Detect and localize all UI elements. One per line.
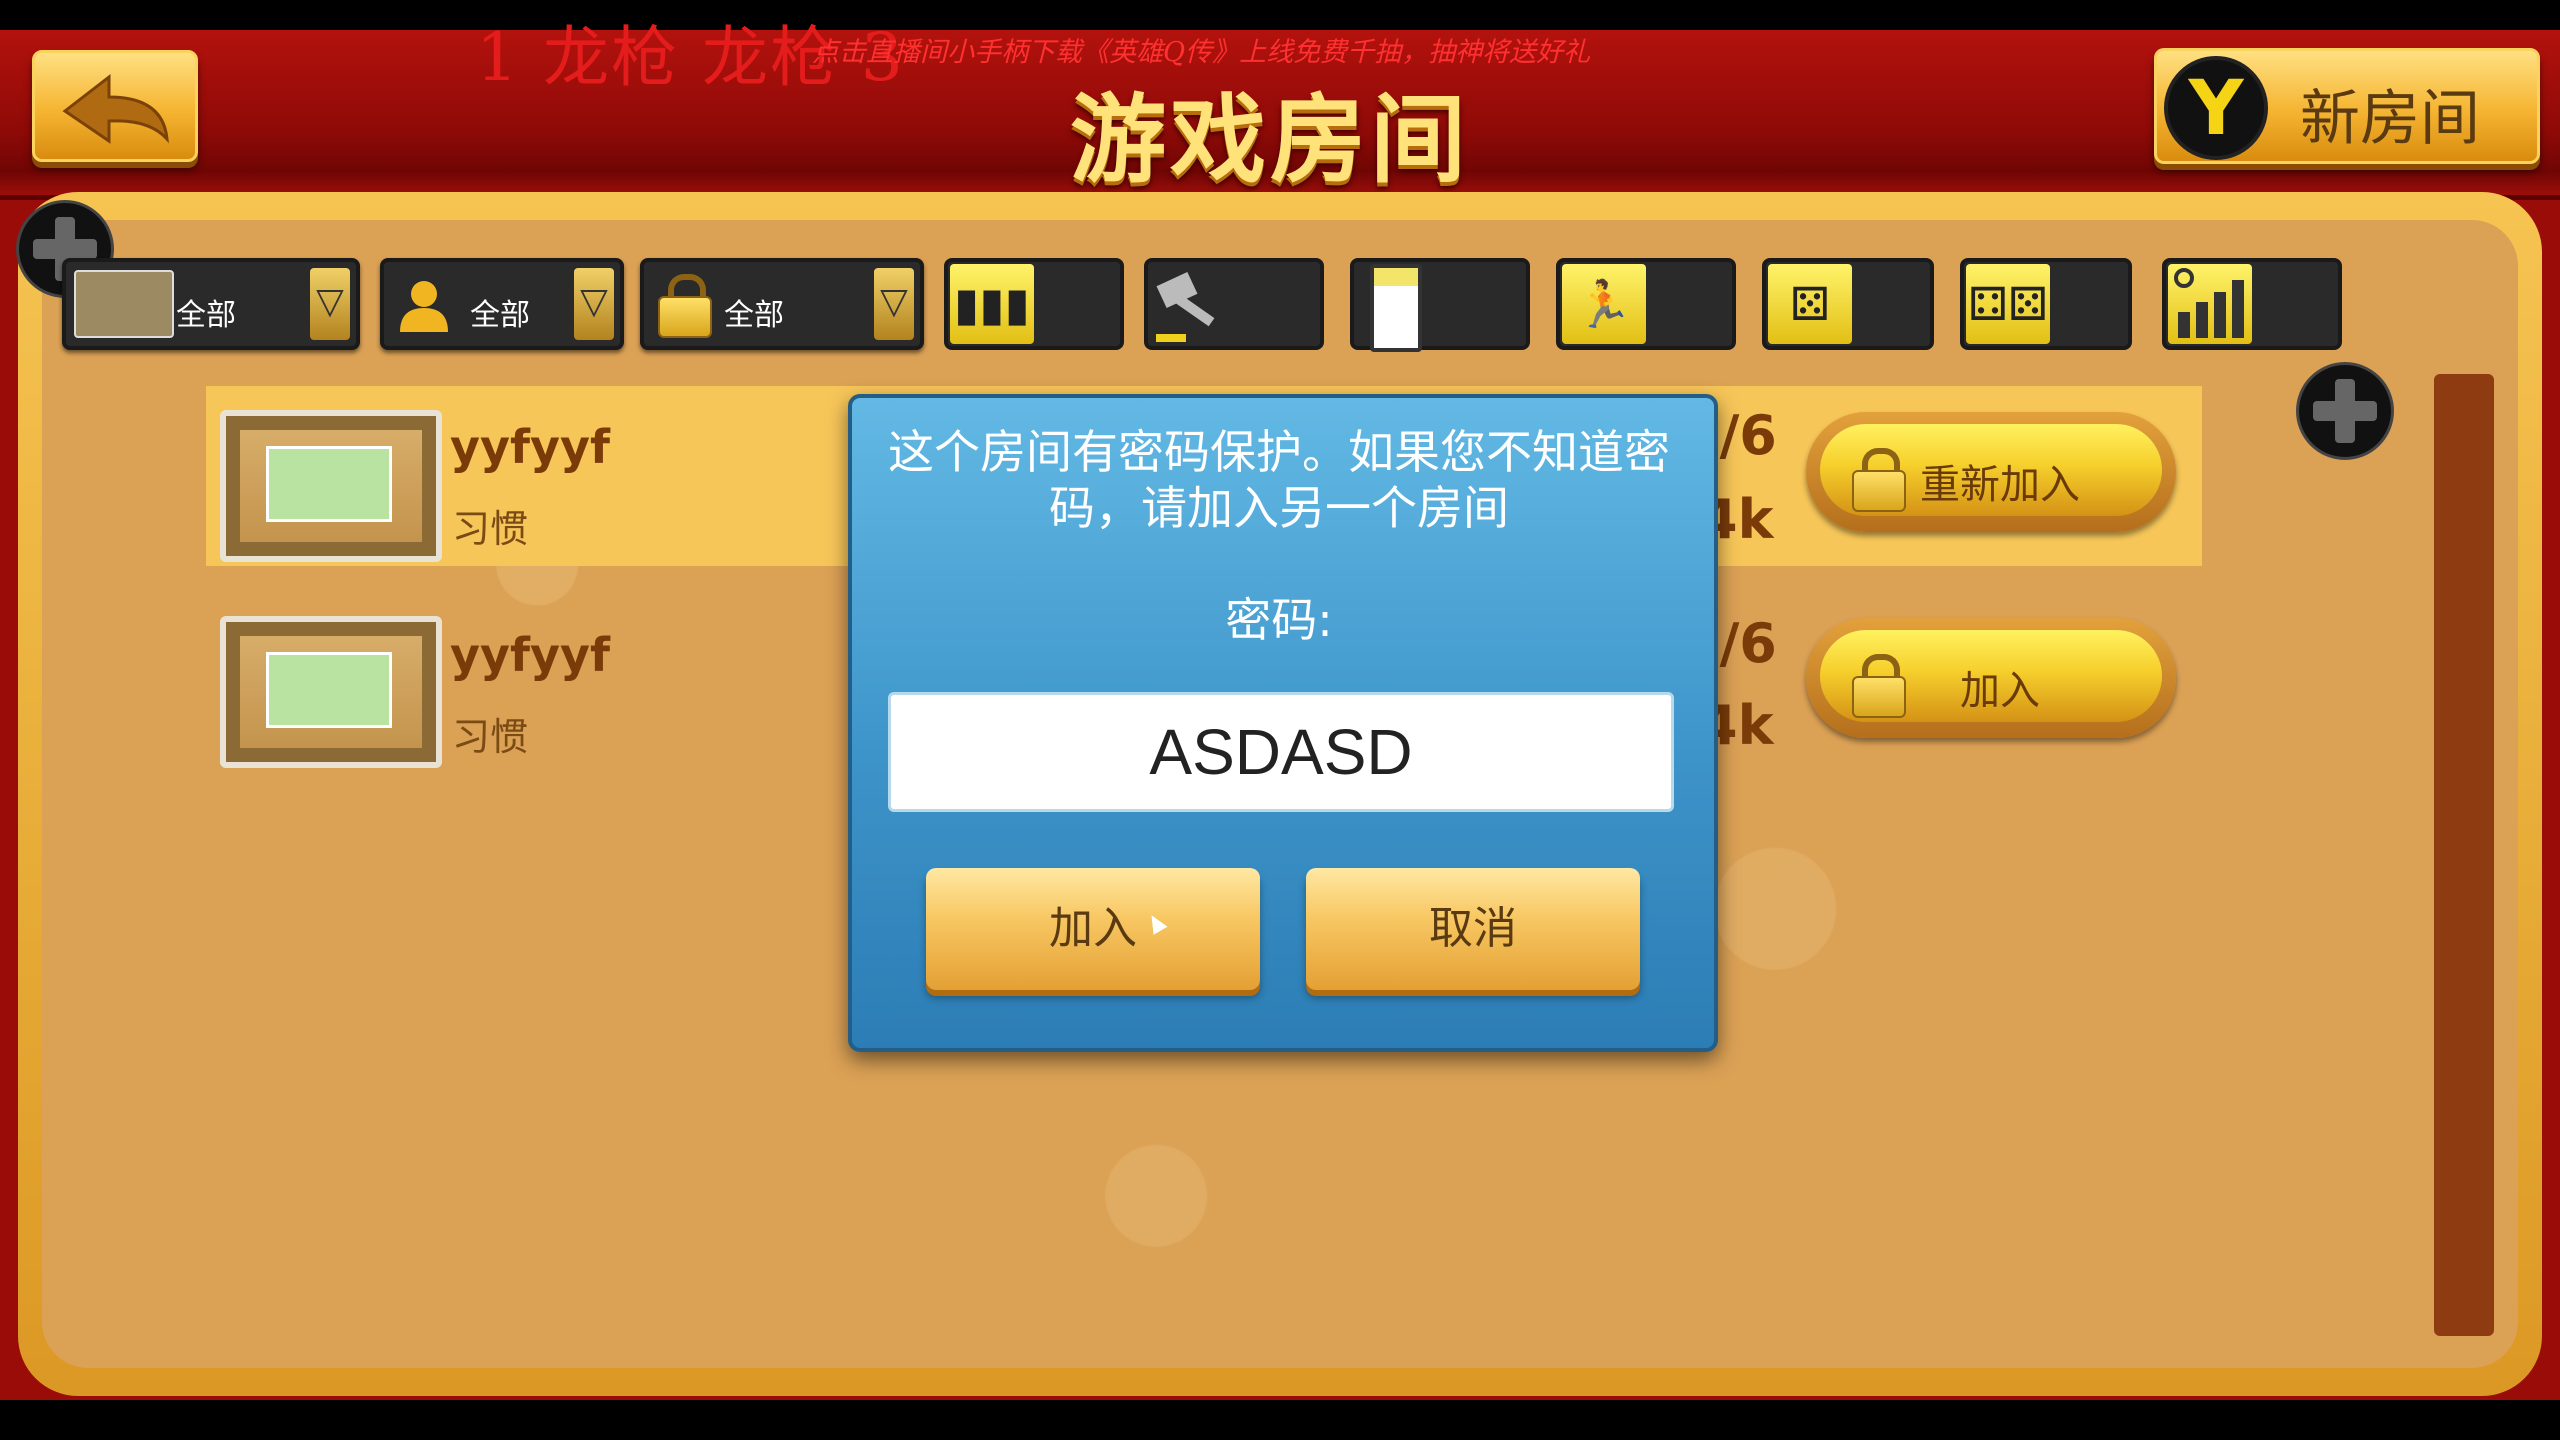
join-button[interactable]: 加入 bbox=[1806, 618, 2176, 738]
y-button-icon: Y bbox=[2164, 56, 2268, 160]
room-name: yyfyyf bbox=[450, 420, 610, 474]
board-filter-label: 全部 bbox=[176, 298, 236, 333]
room-name: yyfyyf bbox=[450, 628, 610, 682]
board-thumbnail bbox=[220, 410, 442, 562]
room-mode: 习惯 bbox=[452, 715, 529, 759]
lock-filter-dropdown[interactable]: 全部 ▽ bbox=[640, 258, 924, 350]
lock-filter-label: 全部 bbox=[724, 298, 784, 333]
ranking-toggle[interactable] bbox=[2162, 258, 2342, 350]
chevron-down-icon: ▽ bbox=[310, 268, 350, 340]
speed-runner-icon: 🏃 bbox=[1562, 264, 1646, 344]
person-icon bbox=[400, 281, 448, 332]
cards-toggle[interactable]: ▮▮▮ bbox=[944, 258, 1124, 350]
chevron-down-icon: ▽ bbox=[874, 268, 914, 340]
back-button[interactable] bbox=[32, 50, 198, 162]
stream-marquee: 点击直播间小手柄下载《英雄Q传》上线免费千抽，抽神将送好礼 bbox=[812, 37, 1591, 68]
lock-icon bbox=[1852, 654, 1906, 718]
gamepad-dpad-icon bbox=[2296, 362, 2394, 460]
single-die-toggle[interactable]: ⚄ bbox=[1762, 258, 1934, 350]
cards-icon: ▮▮▮ bbox=[950, 264, 1034, 344]
room-mode: 习惯 bbox=[452, 507, 529, 551]
new-room-label: 新房间 bbox=[2300, 84, 2480, 154]
players-filter-dropdown[interactable]: 全部 ▽ bbox=[380, 258, 624, 350]
board-layout-icon bbox=[1370, 264, 1422, 352]
dialog-join-button[interactable]: 加入 bbox=[926, 868, 1260, 990]
page-title: 游戏房间 bbox=[1070, 84, 1470, 196]
board-filter-dropdown[interactable]: 全部 ▽ bbox=[62, 258, 360, 350]
password-dialog-message: 这个房间有密码保护。如果您不知道密码，请加入另一个房间 bbox=[888, 425, 1670, 535]
players-filter-label: 全部 bbox=[470, 298, 530, 333]
back-arrow-icon bbox=[62, 73, 169, 144]
rejoin-label: 重新加入 bbox=[1920, 462, 2080, 508]
lock-icon bbox=[658, 274, 712, 338]
password-label: 密码: bbox=[1225, 593, 1333, 647]
join-label: 加入 bbox=[1960, 668, 2040, 714]
dialog-cancel-button[interactable]: 取消 bbox=[1306, 868, 1640, 990]
board-layout-toggle[interactable] bbox=[1350, 258, 1530, 352]
ranking-chart-icon bbox=[2168, 264, 2252, 344]
double-dice-icon: ⚃⚄ bbox=[1966, 264, 2050, 344]
board-thumbnail bbox=[220, 616, 442, 768]
room-list-scrollbar[interactable] bbox=[2434, 374, 2494, 1336]
password-input[interactable]: ASDASD bbox=[888, 692, 1674, 812]
auction-toggle[interactable] bbox=[1144, 258, 1324, 350]
lock-icon bbox=[1852, 448, 1906, 512]
single-die-icon: ⚄ bbox=[1768, 264, 1852, 344]
rejoin-button[interactable]: 重新加入 bbox=[1806, 412, 2176, 532]
auction-hammer-icon bbox=[1150, 264, 1234, 344]
chevron-down-icon: ▽ bbox=[574, 268, 614, 340]
double-dice-toggle[interactable]: ⚃⚄ bbox=[1960, 258, 2132, 350]
board-icon bbox=[74, 270, 174, 338]
speed-toggle[interactable]: 🏃 bbox=[1556, 258, 1736, 350]
